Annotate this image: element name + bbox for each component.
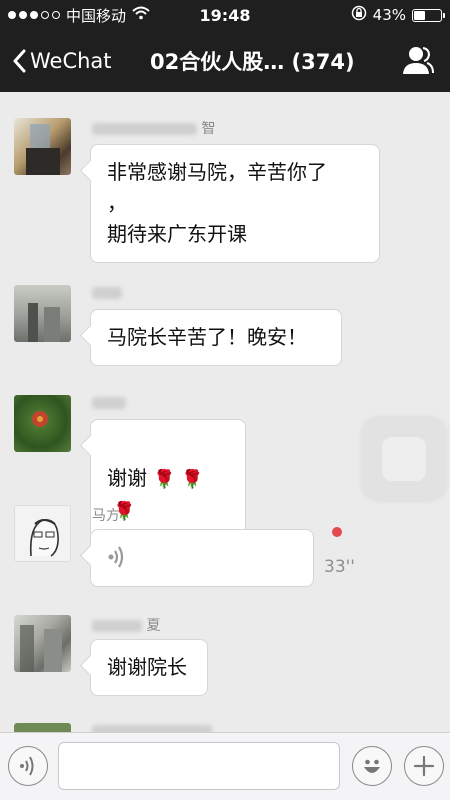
rotation-lock-icon [351,5,367,25]
chevron-left-icon [13,49,26,73]
avatar[interactable] [14,118,71,175]
sender-name [92,723,212,732]
battery-icon [412,8,445,22]
sender-name [92,285,122,301]
message-item: 智 非常感谢马院，辛苦你了 ， 期待来广东开课 [14,118,434,263]
back-button[interactable]: WeChat [12,49,112,73]
chat-header: WeChat 02合伙人股… (374) [0,30,450,92]
message-bubble[interactable]: 非常感谢马院，辛苦你了 ， 期待来广东开课 [90,144,380,263]
voice-duration: 33'' [324,557,355,577]
signal-strength-icon [8,11,60,19]
carrier-name: 中国移动 [66,6,127,25]
message-text: 马院长辛苦了！晚安！ [107,325,307,349]
sender-name [92,395,126,411]
status-time: 19:48 [199,5,251,25]
smiley-icon [364,759,380,773]
sender-name: 马方 [92,508,120,524]
message-item [14,723,434,732]
avatar[interactable] [14,395,71,452]
sender-name: 夏 [92,615,160,635]
message-bubble[interactable]: 谢谢院长 [90,639,208,696]
voice-message-bubble[interactable] [90,529,314,587]
back-label: WeChat [30,49,112,73]
message-item: 马院长辛苦了！晚安！ [14,285,434,366]
rose-icon: 🌹 [153,469,176,490]
sender-name: 智 [92,118,215,138]
more-button[interactable] [404,746,444,786]
message-input[interactable] [58,742,340,790]
message-bubble[interactable]: 马院长辛苦了！晚安！ [90,309,342,366]
group-info-button[interactable] [402,45,434,79]
avatar[interactable] [14,285,71,342]
message-item: 马方 33'' [14,505,434,590]
floating-assist-button[interactable] [362,417,446,501]
chat-title: 02合伙人股… (374) [150,50,355,74]
message-text: 谢谢院长 [107,655,187,679]
battery-percent: 43% [372,6,406,24]
voice-input-button[interactable] [8,746,48,786]
wifi-icon [132,6,150,24]
voice-wave-icon [108,546,124,568]
avatar[interactable] [14,505,71,562]
person-icon [403,47,434,74]
input-bar [0,732,450,800]
voice-wave-icon [20,756,34,776]
battery-fill [414,10,426,20]
avatar[interactable] [14,723,71,732]
plus-icon [413,755,435,777]
message-text: 谢谢 [107,466,147,490]
rose-icon: 🌹 [181,469,204,490]
message-text: 非常感谢马院，辛苦你了 ， 期待来广东开课 [107,160,327,246]
avatar[interactable] [14,615,71,672]
emoji-button[interactable] [352,746,392,786]
unread-dot [332,527,342,537]
message-list[interactable]: 智 非常感谢马院，辛苦你了 ， 期待来广东开课 马院长辛苦了！晚安！ 谢谢 🌹 … [0,92,450,732]
status-bar: 中国移动 19:48 43% [0,0,450,30]
message-item: 夏 谢谢院长 [14,615,434,696]
